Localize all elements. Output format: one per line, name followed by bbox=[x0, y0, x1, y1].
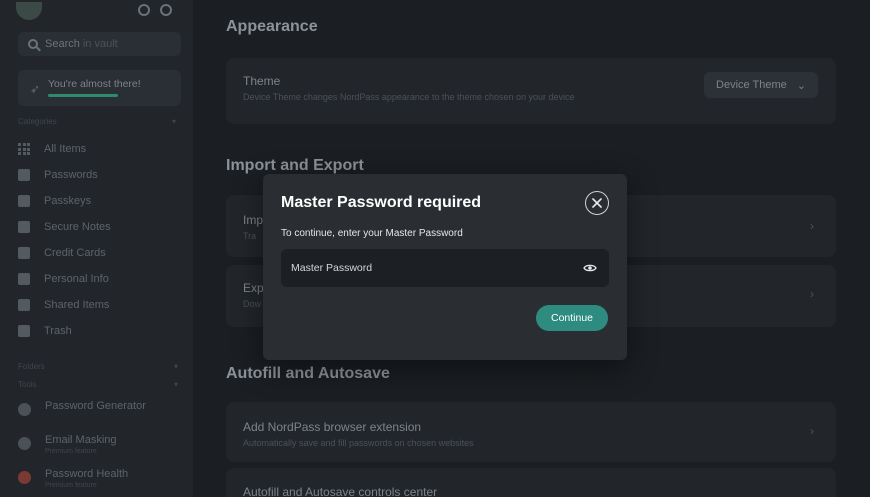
close-button[interactable] bbox=[585, 191, 609, 215]
tool-label: Password Health bbox=[45, 468, 129, 480]
categories-header[interactable]: Categories ▾ bbox=[18, 117, 176, 126]
sidebar-sections: Folders ▾ Tools ▾ bbox=[18, 362, 178, 398]
sidebar-item-shared-items[interactable]: Shared Items bbox=[18, 292, 111, 318]
chevron-down-icon: ▾ bbox=[173, 362, 178, 371]
tools-header[interactable]: Tools ▾ bbox=[18, 380, 178, 398]
sidebar-item-credit-cards[interactable]: Credit Cards bbox=[18, 240, 111, 266]
categories-label: Categories bbox=[18, 117, 57, 126]
autofill-controls-card[interactable]: Autofill and Autosave controls center bbox=[226, 468, 836, 497]
chevron-right-icon: › bbox=[810, 424, 814, 438]
card-icon bbox=[18, 247, 30, 259]
sidebar-item-passkeys[interactable]: Passkeys bbox=[18, 188, 111, 214]
health-icon bbox=[18, 471, 31, 484]
tool-sublabel: Premium feature bbox=[45, 482, 97, 489]
tool-password-health[interactable]: Password Health Premium feature bbox=[18, 468, 146, 497]
search-icon bbox=[28, 39, 38, 49]
chevron-down-icon: ⌄ bbox=[796, 79, 806, 92]
import-description: Tra bbox=[243, 231, 257, 241]
sidebar-item-label: Secure Notes bbox=[44, 221, 111, 233]
extension-description: Automatically save and fill passwords on… bbox=[243, 438, 474, 448]
sidebar-item-label: Shared Items bbox=[44, 299, 110, 311]
theme-select[interactable]: Device Theme ⌄ bbox=[704, 72, 818, 98]
trash-icon bbox=[18, 325, 30, 337]
mask-icon bbox=[18, 437, 31, 450]
chevron-down-icon: ▾ bbox=[173, 380, 178, 389]
password-icon bbox=[18, 169, 30, 181]
import-export-heading: Import and Export bbox=[226, 157, 364, 174]
sidebar-item-label: All Items bbox=[44, 143, 87, 155]
rocket-icon: ➶ bbox=[30, 82, 41, 96]
search-label: Search bbox=[45, 38, 80, 50]
sidebar-top-icons bbox=[138, 4, 172, 16]
settings-icon[interactable] bbox=[160, 4, 172, 16]
onboarding-promo[interactable]: ➶ You're almost there! bbox=[18, 70, 181, 106]
sidebar-item-passwords[interactable]: Passwords bbox=[18, 162, 111, 188]
note-icon bbox=[18, 221, 30, 233]
dialog-subtitle: To continue, enter your Master Password bbox=[281, 228, 463, 239]
tools-list: Password Generator Email Masking Premium… bbox=[18, 400, 146, 497]
sidebar-item-label: Passwords bbox=[44, 169, 98, 181]
sidebar-item-personal-info[interactable]: Personal Info bbox=[18, 266, 111, 292]
person-icon bbox=[18, 273, 30, 285]
grid-icon bbox=[18, 143, 30, 155]
nordpass-app: Search in vault ➶ You're almost there! C… bbox=[0, 0, 870, 497]
export-description: Dow bbox=[243, 299, 262, 309]
sidebar-item-label: Trash bbox=[44, 325, 72, 337]
sidebar-item-secure-notes[interactable]: Secure Notes bbox=[18, 214, 111, 240]
search-placeholder: in vault bbox=[82, 38, 118, 50]
close-icon bbox=[592, 198, 602, 208]
tool-label: Password Generator bbox=[45, 400, 146, 412]
theme-select-value: Device Theme bbox=[716, 79, 787, 91]
tool-password-generator[interactable]: Password Generator bbox=[18, 400, 146, 434]
theme-title: Theme bbox=[243, 74, 281, 88]
promo-progress-bar bbox=[48, 94, 118, 97]
chevron-right-icon: › bbox=[810, 287, 814, 301]
tool-email-masking[interactable]: Email Masking Premium feature bbox=[18, 434, 146, 468]
export-title: Exp bbox=[243, 281, 264, 295]
import-title: Imp bbox=[243, 213, 264, 227]
dialog-title: Master Password required bbox=[281, 194, 482, 211]
tools-label: Tools bbox=[18, 380, 37, 389]
theme-description: Device Theme changes NordPass appearance… bbox=[243, 92, 575, 102]
chevron-down-icon: ▾ bbox=[171, 117, 176, 126]
tool-sublabel: Premium feature bbox=[45, 448, 97, 455]
master-password-dialog: Master Password required To continue, en… bbox=[263, 174, 627, 360]
tool-label: Email Masking bbox=[45, 434, 117, 446]
eye-icon[interactable] bbox=[583, 262, 597, 274]
sidebar-item-trash[interactable]: Trash bbox=[18, 318, 111, 344]
shared-icon bbox=[18, 299, 30, 311]
master-password-field-wrapper bbox=[281, 249, 609, 287]
lock-icon[interactable] bbox=[138, 4, 150, 16]
generator-icon bbox=[18, 403, 31, 416]
extension-card[interactable]: Add NordPass browser extension Automatic… bbox=[226, 402, 836, 462]
master-password-input[interactable] bbox=[291, 249, 571, 287]
extension-title: Add NordPass browser extension bbox=[243, 420, 422, 434]
theme-card: Theme Device Theme changes NordPass appe… bbox=[226, 58, 836, 124]
continue-button[interactable]: Continue bbox=[536, 305, 608, 331]
appearance-heading: Appearance bbox=[226, 18, 318, 35]
passkey-icon bbox=[18, 195, 30, 207]
sidebar: Search in vault ➶ You're almost there! C… bbox=[0, 0, 193, 497]
sidebar-nav: All Items Passwords Passkeys Secure Note… bbox=[18, 136, 111, 344]
folders-header[interactable]: Folders ▾ bbox=[18, 362, 178, 380]
sidebar-item-label: Personal Info bbox=[44, 273, 109, 285]
search-input[interactable]: Search in vault bbox=[18, 32, 181, 56]
autofill-heading: Autofill and Autosave bbox=[226, 365, 390, 382]
autofill-controls-title: Autofill and Autosave controls center bbox=[243, 485, 438, 497]
sidebar-item-label: Credit Cards bbox=[44, 247, 106, 259]
sidebar-item-all-items[interactable]: All Items bbox=[18, 136, 111, 162]
promo-text: You're almost there! bbox=[48, 78, 141, 90]
chevron-right-icon: › bbox=[810, 219, 814, 233]
avatar[interactable] bbox=[16, 2, 42, 20]
sidebar-item-label: Passkeys bbox=[44, 195, 92, 207]
folders-label: Folders bbox=[18, 362, 45, 371]
